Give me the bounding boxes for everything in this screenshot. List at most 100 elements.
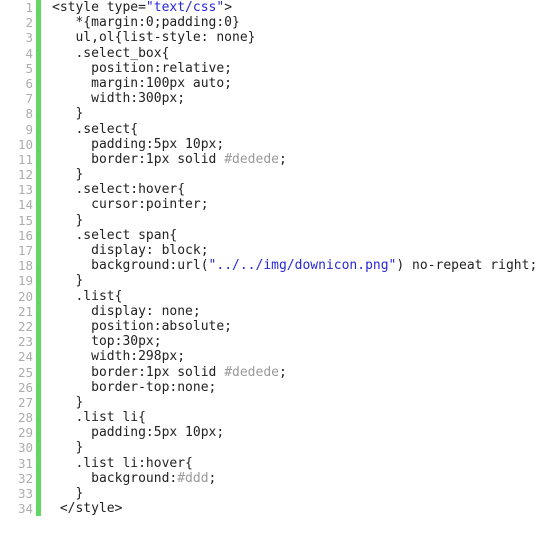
code-line[interactable]: 4 .select_box{: [0, 45, 537, 61]
code-line-content[interactable]: border:1px solid #dedede;: [41, 365, 287, 380]
line-number: 5: [25, 60, 33, 76]
code-line[interactable]: 6 margin:100px auto;: [0, 75, 537, 92]
code-lines-container: 1 <style type="text/css"> 2 *{margin:0;pad…: [0, 0, 537, 517]
code-line[interactable]: 26 border-top:none;: [0, 379, 537, 395]
code-line[interactable]: 34 </style>: [0, 501, 537, 517]
code-line-content[interactable]: border-top:none;: [41, 380, 216, 395]
code-line-content[interactable]: margin:100px auto;: [41, 76, 232, 91]
line-number: 26: [17, 379, 33, 395]
code-line[interactable]: 31 .list li:hover{: [0, 455, 537, 471]
code-line[interactable]: 17 display: block;: [0, 243, 537, 259]
code-token-plain: width:300px;: [52, 91, 186, 107]
code-line-content[interactable]: width:298px;: [41, 349, 185, 364]
code-line[interactable]: 25 border:1px solid #dedede;: [0, 364, 537, 380]
code-token-hex: #dedede: [224, 151, 279, 167]
line-number: 12: [17, 167, 33, 183]
code-line-content[interactable]: cursor:pointer;: [41, 197, 209, 213]
code-line[interactable]: 30 }: [0, 440, 537, 456]
code-line[interactable]: 15 }: [0, 212, 537, 228]
code-line-content[interactable]: padding:5px 10px;: [41, 137, 224, 152]
code-line[interactable]: 28 .list li{: [0, 410, 537, 426]
code-line-content[interactable]: position:relative;: [41, 61, 232, 76]
code-token-plain: .select_box{: [52, 45, 170, 61]
code-line-content[interactable]: .select{: [41, 122, 138, 137]
code-line-content[interactable]: background:url("../../img/downicon.png")…: [41, 258, 537, 273]
code-line-content[interactable]: .select_box{: [41, 46, 169, 61]
code-line-content[interactable]: .list li{: [41, 410, 145, 425]
line-number: 31: [17, 455, 33, 471]
code-line[interactable]: 2 *{margin:0;padding:0}: [0, 15, 537, 31]
code-token-plain: }: [52, 167, 84, 183]
code-line[interactable]: 13 .select:hover{: [0, 182, 537, 198]
code-line[interactable]: 27 }: [0, 394, 537, 411]
line-number: 22: [17, 318, 33, 334]
code-line-content[interactable]: .select:hover{: [41, 182, 185, 197]
code-line[interactable]: 12 }: [0, 167, 537, 183]
line-number: 32: [17, 470, 33, 486]
code-line[interactable]: 23 top:30px;: [0, 334, 537, 350]
code-token-plain: border:1px solid: [52, 151, 225, 167]
code-line[interactable]: 24 width:298px;: [0, 349, 537, 365]
line-number: 3: [25, 30, 33, 46]
code-line-content[interactable]: .list{: [41, 289, 122, 304]
code-token-plain: top:30px;: [52, 334, 162, 350]
line-number: 13: [17, 182, 33, 198]
code-line[interactable]: 21 display: none;: [0, 303, 537, 319]
code-line-content[interactable]: </style>: [41, 501, 123, 517]
code-token-string: "../../img/downicon.png": [208, 258, 397, 274]
code-line[interactable]: 16 .select span{: [0, 227, 537, 243]
code-line[interactable]: 20 .list{: [0, 288, 537, 304]
code-line[interactable]: 14 cursor:pointer;: [0, 197, 537, 213]
code-token-plain: cursor:pointer;: [52, 197, 209, 213]
code-line[interactable]: 9 .select{: [0, 121, 537, 137]
code-editor-viewport[interactable]: 1 <style type="text/css"> 2 *{margin:0;pad…: [0, 0, 537, 535]
code-line[interactable]: 1 <style type="text/css">: [0, 0, 537, 16]
code-line-content[interactable]: }: [41, 440, 83, 455]
code-token-plain: margin:100px auto;: [52, 75, 233, 91]
code-line-content[interactable]: .select span{: [41, 228, 177, 243]
code-token-plain: .select span{: [52, 227, 178, 243]
code-token-plain: </style>: [52, 501, 123, 517]
line-number: 4: [25, 45, 33, 61]
code-line-content[interactable]: *{margin:0;padding:0}: [41, 15, 239, 30]
code-token-plain: }: [52, 394, 84, 410]
code-line[interactable]: 29 padding:5px 10px;: [0, 425, 537, 441]
code-line[interactable]: 11 border:1px solid #dedede;: [0, 151, 537, 168]
code-line[interactable]: 10 padding:5px 10px;: [0, 136, 537, 152]
code-line-content[interactable]: width:300px;: [41, 91, 185, 106]
code-line-content[interactable]: display: none;: [41, 304, 201, 319]
line-number: 10: [17, 136, 33, 152]
code-line[interactable]: 32 background:#ddd;: [0, 470, 537, 486]
code-token-plain: ;: [208, 470, 217, 486]
code-line[interactable]: 7 width:300px;: [0, 91, 537, 107]
code-line-content[interactable]: .list li:hover{: [41, 456, 192, 471]
code-line-content[interactable]: }: [41, 213, 83, 228]
code-line[interactable]: 18 background:url("../../img/downicon.pn…: [0, 258, 537, 274]
code-line-content[interactable]: ul,ol{list-style: none}: [41, 30, 256, 46]
code-token-plain: position:absolute;: [52, 318, 233, 334]
code-line[interactable]: 19 }: [0, 273, 537, 289]
code-line-content[interactable]: <style type="text/css">: [41, 0, 232, 15]
code-token-plain: ;: [278, 151, 287, 167]
line-number: 27: [17, 394, 33, 410]
code-token-plain: <style type=: [52, 0, 146, 15]
code-token-plain: width:298px;: [52, 349, 186, 365]
code-line-content[interactable]: }: [41, 106, 83, 121]
code-line[interactable]: 33 }: [0, 486, 537, 502]
code-token-plain: ul,ol{list-style: none}: [52, 30, 256, 46]
code-line[interactable]: 22 position:absolute;: [0, 318, 537, 335]
code-line[interactable]: 8 }: [0, 106, 537, 122]
code-line[interactable]: 3 ul,ol{list-style: none}: [0, 30, 537, 46]
code-line-content[interactable]: border:1px solid #dedede;: [41, 152, 287, 167]
code-token-plain: }: [52, 273, 84, 289]
code-line-content[interactable]: }: [41, 395, 83, 410]
code-line-content[interactable]: }: [41, 273, 83, 288]
code-line-content[interactable]: }: [41, 167, 83, 182]
code-line-content[interactable]: padding:5px 10px;: [41, 425, 224, 440]
code-line-content[interactable]: position:absolute;: [41, 319, 232, 334]
code-line[interactable]: 5 position:relative;: [0, 60, 537, 76]
code-line-content[interactable]: background:#ddd;: [41, 471, 216, 486]
code-line-content[interactable]: }: [41, 486, 83, 501]
code-line-content[interactable]: top:30px;: [41, 334, 162, 350]
code-line-content[interactable]: display: block;: [41, 243, 208, 258]
